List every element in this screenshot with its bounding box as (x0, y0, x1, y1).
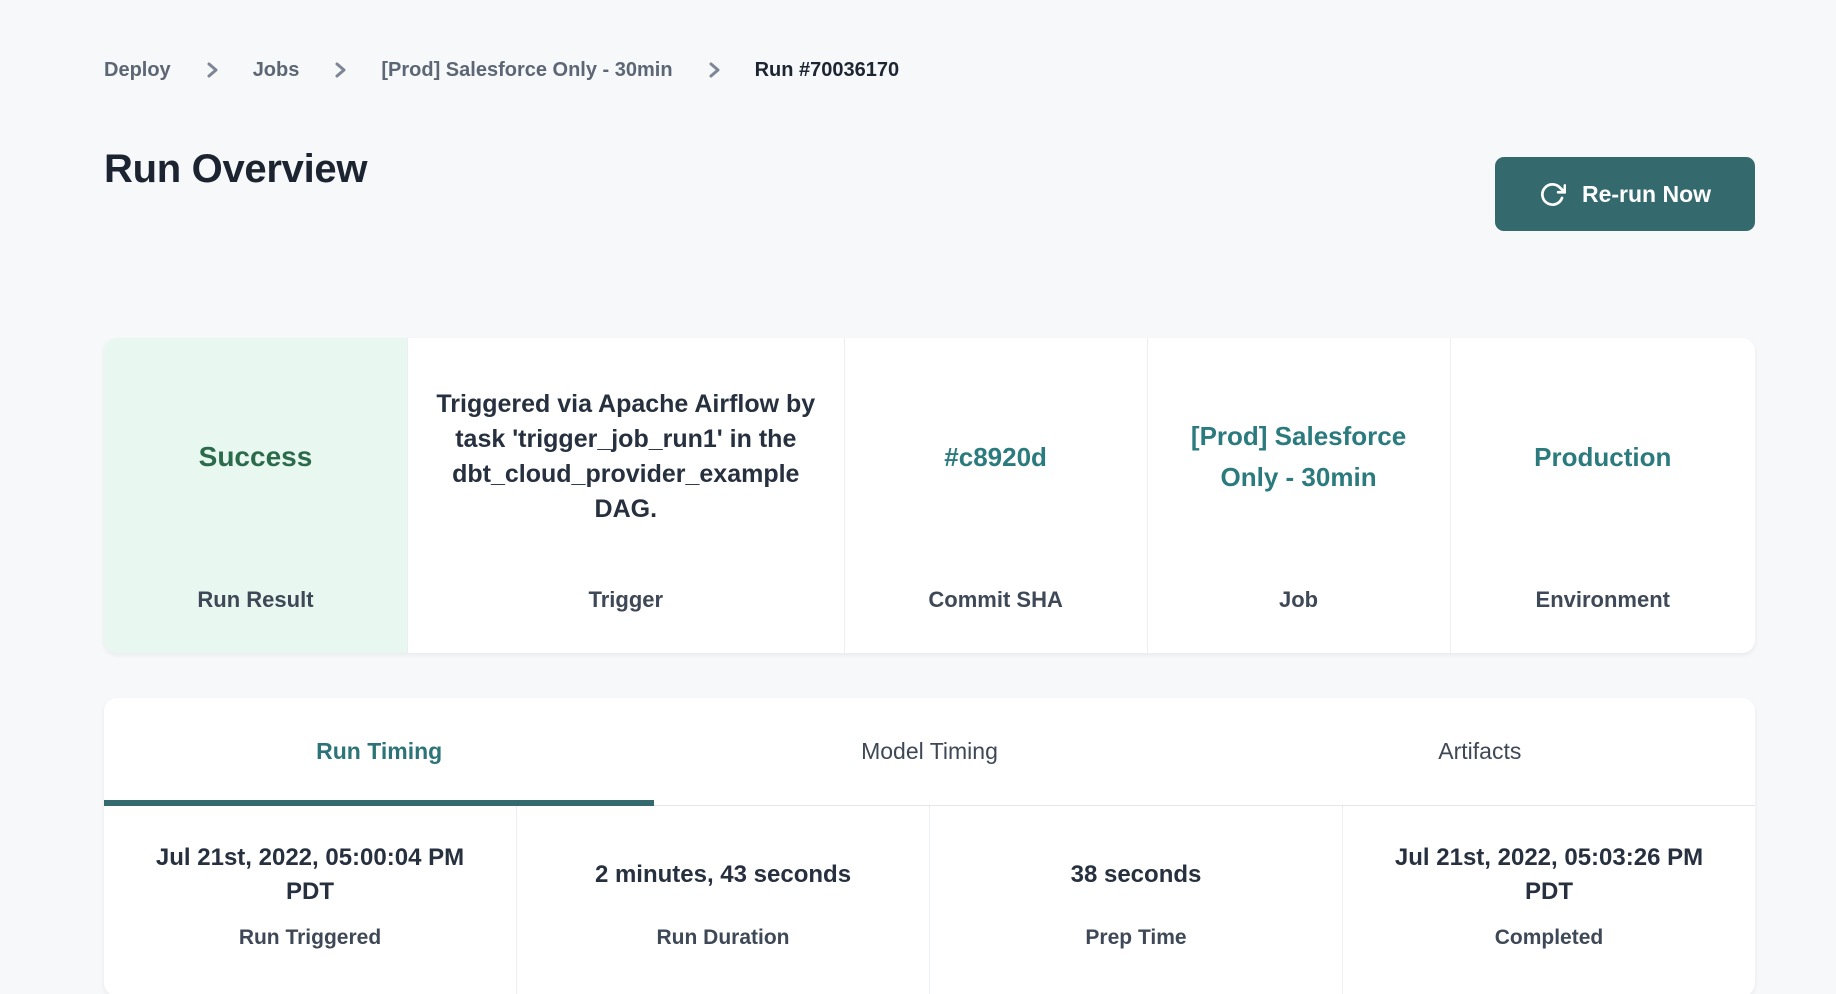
job-card: [Prod] Salesforce Only - 30min Job (1147, 338, 1450, 653)
tab-artifacts[interactable]: Artifacts (1205, 698, 1755, 805)
run-summary-card-row: Success Run Result Triggered via Apache … (104, 338, 1755, 653)
breadcrumb-current-run: Run #70036170 (755, 59, 900, 82)
trigger-value: Triggered via Apache Airflow by task 'tr… (430, 387, 822, 527)
run-triggered-card: Jul 21st, 2022, 05:00:04 PM PDT Run Trig… (104, 806, 516, 994)
refresh-cw-icon (1539, 181, 1566, 208)
run-result-card: Success Run Result (104, 338, 407, 653)
completed-label: Completed (1343, 926, 1755, 994)
chevron-right-icon (205, 59, 219, 81)
header-row: Run Overview Re-run Now (104, 145, 1755, 231)
run-duration-value: 2 minutes, 43 seconds (595, 858, 851, 892)
breadcrumb: Deploy Jobs [Prod] Salesforce Only - 30m… (104, 55, 1755, 85)
rerun-now-button[interactable]: Re-run Now (1495, 157, 1755, 231)
page-title: Run Overview (104, 145, 367, 193)
chevron-right-icon (333, 59, 347, 81)
run-result-value: Success (199, 441, 313, 473)
run-result-label: Run Result (104, 587, 407, 653)
run-timing-panel: Jul 21st, 2022, 05:00:04 PM PDT Run Trig… (104, 806, 1755, 994)
run-triggered-label: Run Triggered (104, 926, 516, 994)
run-overview-page: Deploy Jobs [Prod] Salesforce Only - 30m… (104, 0, 1755, 994)
tab-model-timing[interactable]: Model Timing (654, 698, 1204, 805)
breadcrumb-deploy[interactable]: Deploy (104, 59, 171, 82)
commit-sha-link[interactable]: #c8920d (944, 437, 1047, 478)
completed-card: Jul 21st, 2022, 05:03:26 PM PDT Complete… (1342, 806, 1755, 994)
rerun-now-label: Re-run Now (1582, 181, 1711, 208)
job-label: Job (1148, 587, 1450, 653)
chevron-right-icon (707, 59, 721, 81)
environment-label: Environment (1451, 587, 1755, 653)
tab-bar: Run Timing Model Timing Artifacts (104, 698, 1755, 806)
prep-time-label: Prep Time (930, 926, 1342, 994)
prep-time-value: 38 seconds (1071, 858, 1202, 892)
environment-card: Production Environment (1450, 338, 1755, 653)
prep-time-card: 38 seconds Prep Time (929, 806, 1342, 994)
tab-run-timing[interactable]: Run Timing (104, 698, 654, 805)
commit-sha-label: Commit SHA (845, 587, 1147, 653)
breadcrumb-jobs[interactable]: Jobs (253, 59, 300, 82)
run-triggered-value: Jul 21st, 2022, 05:00:04 PM PDT (130, 841, 490, 909)
run-details-panel: Run Timing Model Timing Artifacts Jul 21… (104, 698, 1755, 994)
trigger-label: Trigger (408, 587, 844, 653)
run-duration-card: 2 minutes, 43 seconds Run Duration (516, 806, 929, 994)
commit-sha-card: #c8920d Commit SHA (844, 338, 1147, 653)
trigger-card: Triggered via Apache Airflow by task 'tr… (407, 338, 844, 653)
job-link[interactable]: [Prod] Salesforce Only - 30min (1189, 416, 1409, 498)
breadcrumb-job-name[interactable]: [Prod] Salesforce Only - 30min (381, 59, 672, 82)
environment-link[interactable]: Production (1534, 437, 1671, 478)
run-duration-label: Run Duration (517, 926, 929, 994)
completed-value: Jul 21st, 2022, 05:03:26 PM PDT (1369, 841, 1729, 909)
